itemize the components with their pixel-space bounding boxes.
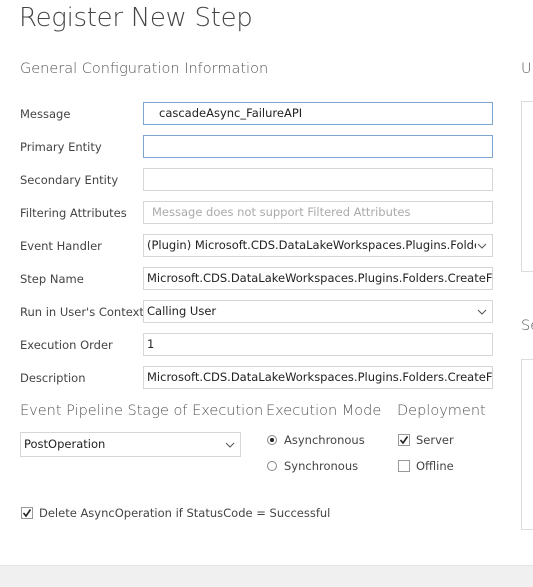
- dialog-footer: [0, 565, 533, 587]
- filtering-attributes-label: Filtering Attributes: [20, 206, 127, 220]
- filtering-attributes-input[interactable]: Message does not support Filtered Attrib…: [143, 201, 493, 224]
- side-panel-bottom[interactable]: [521, 359, 533, 530]
- primary-entity-label: Primary Entity: [20, 140, 102, 154]
- pipeline-stage-heading: Event Pipeline Stage of Execution: [20, 403, 264, 419]
- filtering-attributes-placeholder: Message does not support Filtered Attrib…: [152, 205, 411, 219]
- run-in-user-context-value: Calling User: [147, 304, 217, 318]
- pipeline-stage-value: PostOperation: [24, 437, 106, 451]
- execution-order-value: 1: [147, 337, 155, 351]
- deployment-server[interactable]: Server: [398, 433, 454, 447]
- step-name-value: Microsoft.CDS.DataLakeWorkspaces.Plugins…: [147, 271, 492, 285]
- checkbox-checked-icon[interactable]: [398, 434, 410, 446]
- section-title-general: General Configuration Information: [20, 61, 269, 77]
- message-input[interactable]: cascadeAsync_FailureAPI: [143, 102, 493, 125]
- radio-unselected-icon[interactable]: [267, 461, 277, 471]
- dialog-title: Register New Step: [19, 3, 253, 33]
- delete-async-operation-label: Delete AsyncOperation if StatusCode = Su…: [39, 506, 331, 520]
- event-handler-value: (Plugin) Microsoft.CDS.DataLakeWorkspace…: [147, 238, 476, 252]
- radio-selected-icon[interactable]: [267, 435, 277, 445]
- description-value: Microsoft.CDS.DataLakeWorkspaces.Plugins…: [147, 370, 492, 384]
- side-panel-top-title: Un: [521, 61, 533, 77]
- message-label: Message: [20, 107, 71, 121]
- server-label: Server: [416, 433, 454, 447]
- description-input[interactable]: Microsoft.CDS.DataLakeWorkspaces.Plugins…: [143, 366, 493, 389]
- delete-async-operation-option[interactable]: Delete AsyncOperation if StatusCode = Su…: [21, 506, 330, 520]
- secondary-entity-label: Secondary Entity: [20, 173, 119, 187]
- checkbox-checked-icon[interactable]: [21, 507, 33, 519]
- message-value: cascadeAsync_FailureAPI: [159, 106, 303, 120]
- offline-label: Offline: [416, 459, 454, 473]
- secondary-entity-input[interactable]: [143, 168, 493, 191]
- description-label: Description: [20, 371, 86, 385]
- chevron-down-icon: [224, 433, 236, 456]
- run-in-user-context-select[interactable]: Calling User: [143, 300, 493, 323]
- synchronous-label: Synchronous: [284, 459, 359, 473]
- primary-entity-input[interactable]: [143, 135, 493, 158]
- execution-order-label: Execution Order: [20, 338, 113, 352]
- event-handler-select[interactable]: (Plugin) Microsoft.CDS.DataLakeWorkspace…: [143, 234, 493, 257]
- side-panel-top[interactable]: [521, 101, 533, 272]
- execution-mode-heading: Execution Mode: [266, 403, 382, 419]
- run-in-user-context-label: Run in User's Context: [20, 305, 144, 319]
- asynchronous-label: Asynchronous: [284, 433, 365, 447]
- chevron-down-icon: [476, 301, 488, 322]
- deployment-heading: Deployment: [397, 403, 486, 419]
- side-panel-bottom-title: Se: [521, 318, 533, 334]
- checkbox-unchecked-icon[interactable]: [398, 460, 410, 472]
- step-name-label: Step Name: [20, 272, 84, 286]
- execution-mode-asynchronous[interactable]: Asynchronous: [267, 433, 365, 447]
- event-handler-label: Event Handler: [20, 239, 102, 253]
- pipeline-stage-select[interactable]: PostOperation: [20, 432, 241, 457]
- step-name-input[interactable]: Microsoft.CDS.DataLakeWorkspaces.Plugins…: [143, 267, 493, 290]
- chevron-down-icon: [476, 235, 488, 256]
- execution-mode-synchronous[interactable]: Synchronous: [267, 459, 358, 473]
- execution-order-input[interactable]: 1: [143, 333, 493, 356]
- deployment-offline[interactable]: Offline: [398, 459, 454, 473]
